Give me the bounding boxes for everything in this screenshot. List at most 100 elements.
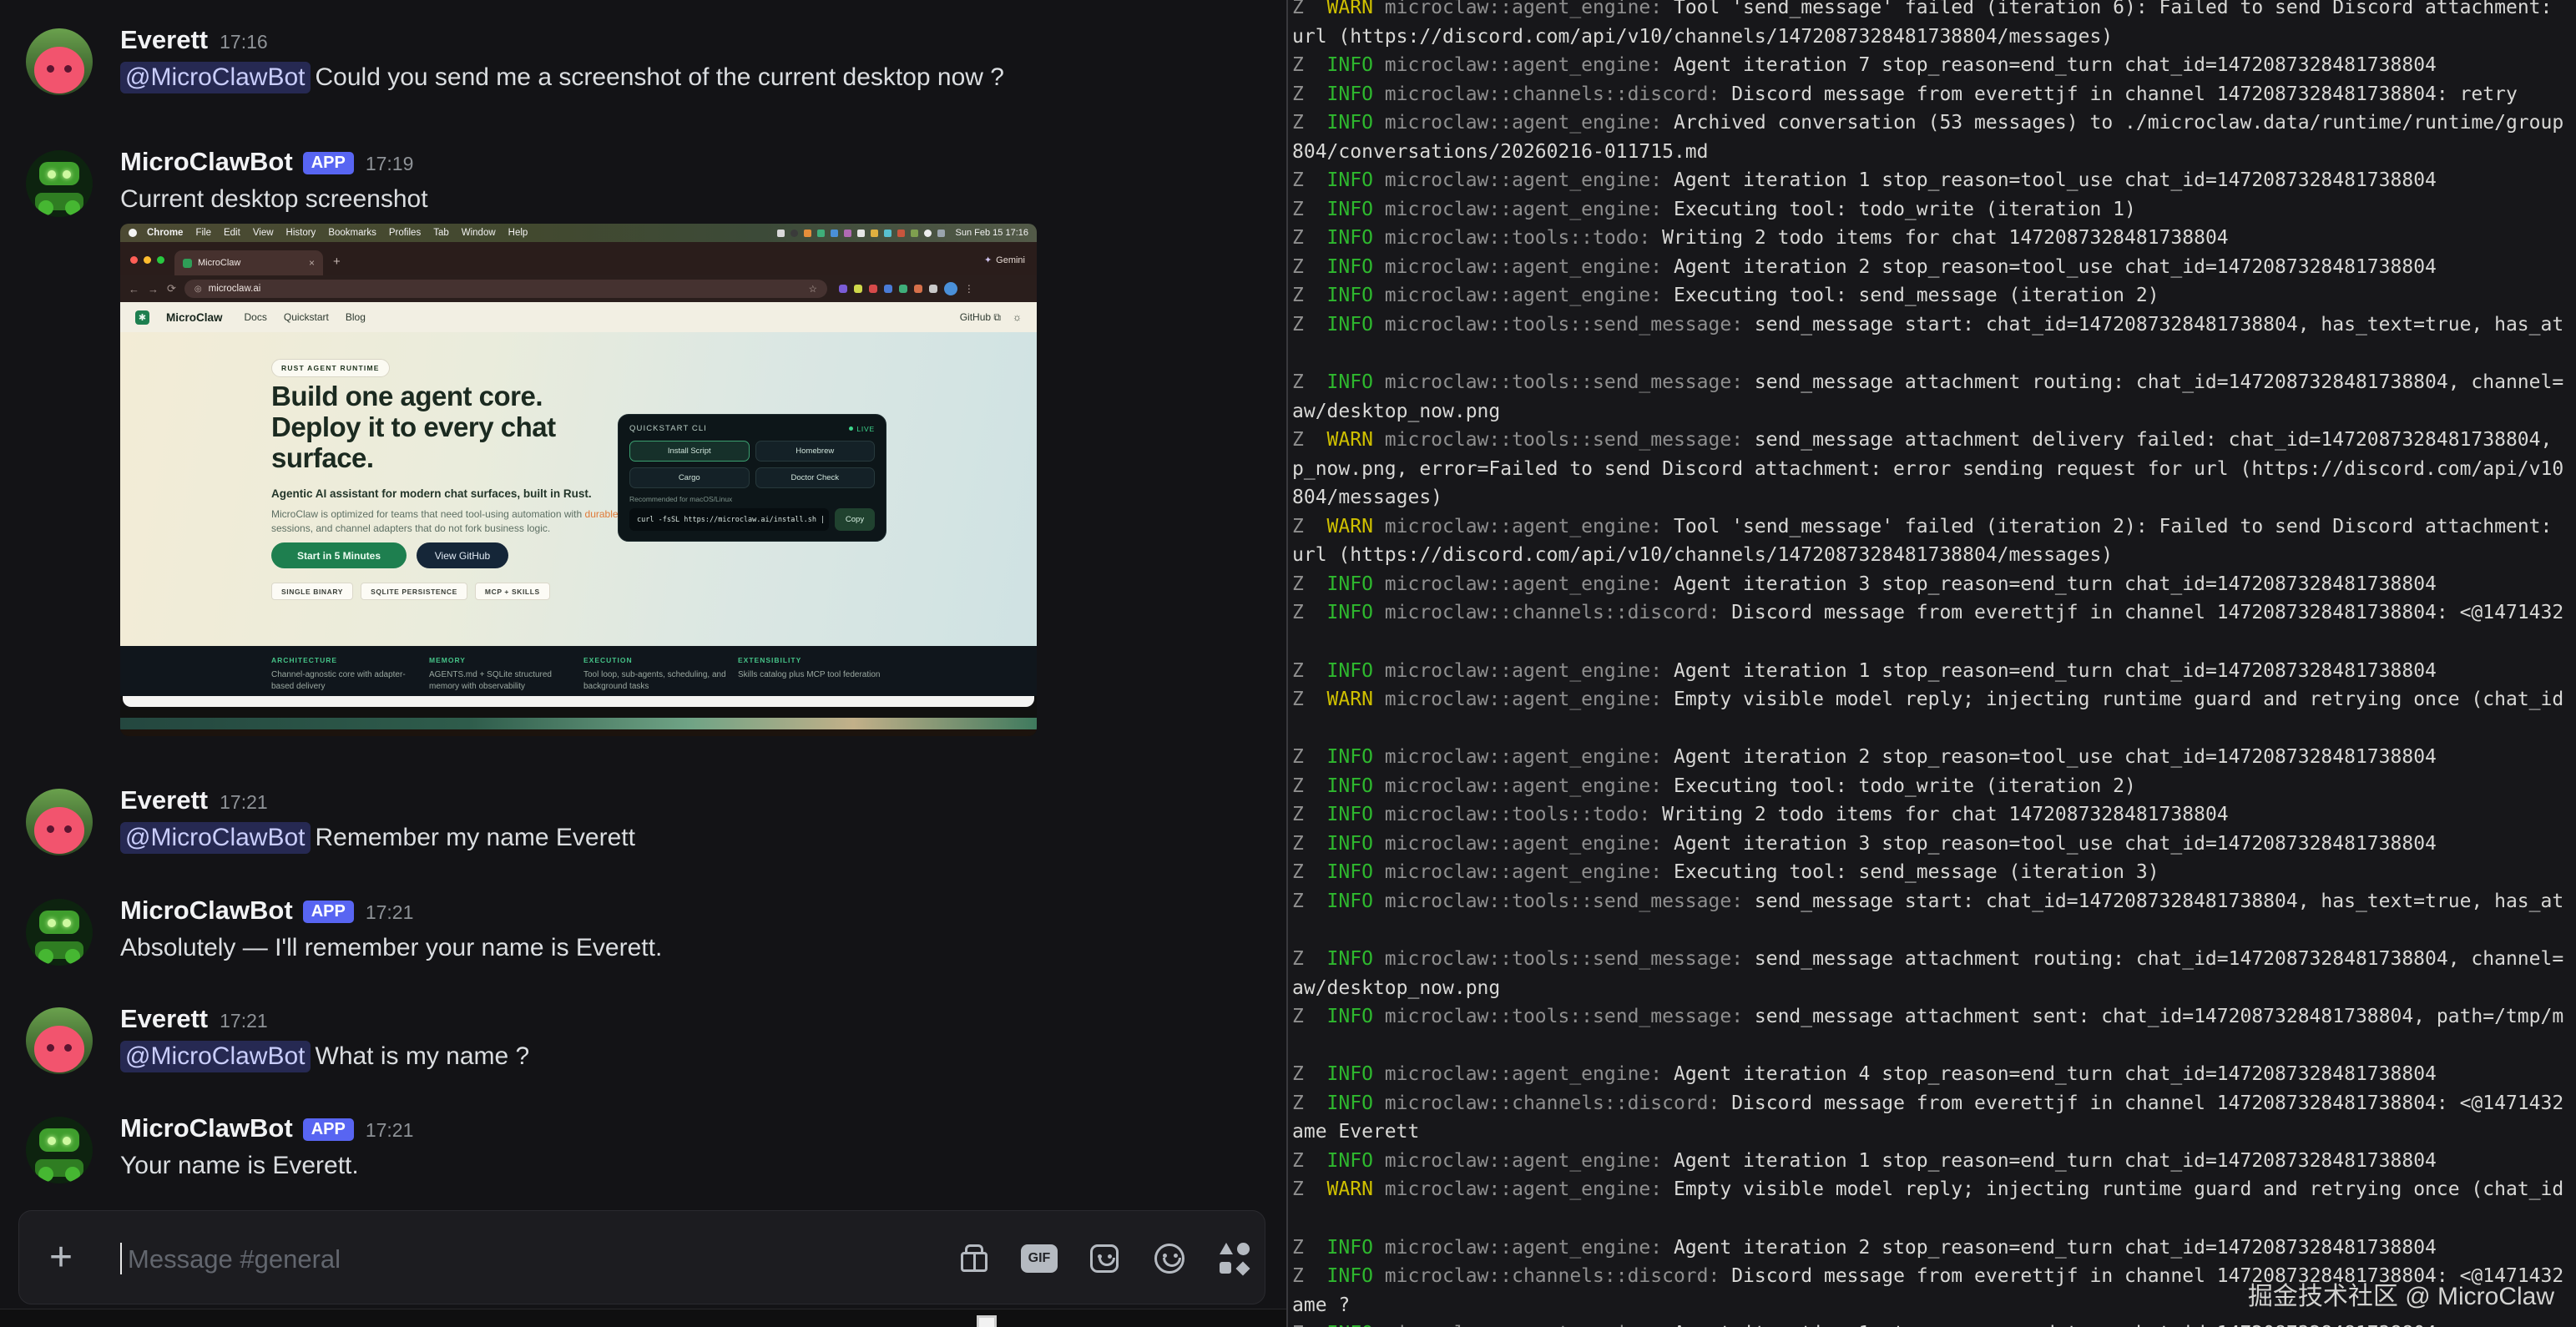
message-group: Everett17:21 @MicroClawBotRemember my na… (0, 785, 1260, 855)
footer-heading: EXTENSIBILITY (738, 656, 881, 664)
log-line (1292, 628, 2576, 657)
tab-title: MicroClaw (198, 258, 303, 268)
sticker-icon[interactable] (1086, 1240, 1123, 1277)
author-name[interactable]: Everett (120, 785, 208, 815)
log-line: Z INFO microclaw::tools::todo: Writing 2… (1292, 224, 2576, 253)
avatar[interactable] (26, 28, 93, 95)
quickstart-doctor-check: Doctor Check (755, 467, 876, 488)
quickstart-title: QUICKSTART CLI (629, 424, 707, 433)
attach-plus-icon[interactable]: + (49, 1236, 73, 1279)
log-line: Z INFO microclaw::agent_engine: Executin… (1292, 195, 2576, 225)
gemini-button: ✦Gemini (984, 255, 1025, 265)
avatar-face (34, 807, 85, 854)
author-name[interactable]: Everett (120, 1004, 208, 1033)
activities-icon[interactable] (1216, 1240, 1253, 1277)
timestamp: 17:21 (366, 1119, 414, 1141)
theme-toggle-icon: ☼ (1013, 311, 1022, 323)
avatar[interactable] (26, 899, 93, 966)
timestamp: 17:16 (220, 31, 268, 53)
mention-pill[interactable]: @MicroClawBot (120, 1041, 311, 1072)
bot-head (39, 911, 79, 933)
external-link-icon: ⧉ (993, 311, 1001, 323)
nav-link-docs: Docs (245, 311, 267, 323)
log-line: 804/messages) (1292, 483, 2576, 512)
reload-icon: ⟳ (167, 282, 176, 295)
log-line (1292, 916, 2576, 946)
browser-tab-strip: MicroClaw × + ✦Gemini (120, 242, 1037, 275)
log-line: Z INFO microclaw::agent_engine: Agent it… (1292, 657, 2576, 686)
new-tab-icon: + (333, 255, 341, 269)
log-line: Z WARN microclaw::agent_engine: Tool 'se… (1292, 0, 2576, 23)
log-line: Z INFO microclaw::tools::send_message: s… (1292, 887, 2576, 916)
avatar[interactable] (26, 1117, 93, 1183)
author-name[interactable]: Everett (120, 25, 208, 54)
log-line (1292, 1032, 2576, 1061)
avatar[interactable] (26, 150, 93, 217)
back-icon: ← (129, 283, 139, 295)
watermark: 掘金技术社区 @ MicroClaw (2248, 1275, 2554, 1312)
footer-heading: MEMORY (429, 656, 573, 664)
site-navbar: ✱ MicroClaw Docs Quickstart Blog GitHub … (120, 302, 1037, 332)
timestamp: 17:21 (220, 1010, 268, 1032)
message-text: @MicroClawBotCould you send me a screens… (120, 60, 1260, 95)
message-body: What is my name ? (316, 1042, 530, 1070)
site-brand: MicroClaw (166, 311, 223, 324)
bot-base (35, 941, 83, 959)
live-dot-icon (849, 426, 853, 431)
log-line: Z INFO microclaw::agent_engine: Executin… (1292, 772, 2576, 801)
author-name[interactable]: MicroClawBot (120, 147, 293, 176)
log-line: Z INFO microclaw::tools::send_message: s… (1292, 945, 2576, 974)
mention-pill[interactable]: @MicroClawBot (120, 62, 311, 93)
message-group: MicroClawBotAPP17:21 Absolutely — I'll r… (0, 896, 1260, 966)
tab-close-icon: × (309, 257, 315, 269)
author-row: Everett 17:16 (120, 25, 1260, 57)
log-line: p_now.png, error=Failed to send Discord … (1292, 455, 2576, 484)
nav-link-quickstart: Quickstart (284, 311, 329, 323)
avatar[interactable] (26, 789, 93, 855)
favicon (183, 259, 192, 268)
log-line: Z INFO microclaw::agent_engine: Agent it… (1292, 1319, 2576, 1327)
author-name[interactable]: MicroClawBot (120, 896, 293, 925)
avatar[interactable] (26, 1007, 93, 1074)
author-name[interactable]: MicroClawBot (120, 1113, 293, 1143)
screenshot-attachment[interactable]: ChromeFileEditViewHistoryBookmarksProfil… (120, 224, 1037, 736)
log-line: Z WARN microclaw::tools::send_message: s… (1292, 426, 2576, 455)
apple-icon (129, 229, 137, 237)
menubar-items: ChromeFileEditViewHistoryBookmarksProfil… (147, 228, 528, 238)
log-line: Z INFO microclaw::channels::discord: Dis… (1292, 598, 2576, 628)
gift-icon[interactable] (956, 1240, 993, 1277)
forward-icon: → (148, 283, 159, 295)
app-badge: APP (303, 901, 354, 923)
log-line: Z INFO microclaw::agent_engine: Agent it… (1292, 1147, 2576, 1176)
mention-pill[interactable]: @MicroClawBot (120, 822, 311, 854)
avatar-face (34, 1026, 85, 1072)
live-indicator: LIVE (849, 425, 875, 433)
message-group: Everett 17:16 @MicroClawBotCould you send… (0, 25, 1260, 95)
terminal-log-panel: Z WARN microclaw::agent_engine: Tool 'se… (1286, 0, 2576, 1327)
message-input[interactable]: + Message #general GIF (18, 1210, 1265, 1304)
quickstart-cargo: Cargo (629, 467, 750, 488)
avatar-face (34, 47, 85, 93)
site-info-icon: ◎ (194, 285, 202, 294)
cta-start-button: Start in 5 Minutes (271, 542, 407, 568)
menubar-clock: Sun Feb 15 17:16 (956, 228, 1028, 238)
log-line: Z INFO microclaw::tools::send_message: s… (1292, 1002, 2576, 1032)
cta-github-button: View GitHub (417, 542, 508, 568)
nav-link-blog: Blog (346, 311, 366, 323)
message-body: Remember my name Everett (316, 824, 635, 851)
message-content: Everett 17:16 @MicroClawBotCould you send… (120, 25, 1260, 95)
bot-base (35, 193, 83, 210)
emoji-icon[interactable] (1151, 1240, 1188, 1277)
bot-base (35, 1159, 83, 1177)
log-line: Z INFO microclaw::agent_engine: Archived… (1292, 108, 2576, 138)
sparkle-icon: ✦ (984, 255, 992, 265)
log-lines: Z WARN microclaw::agent_engine: Tool 'se… (1292, 0, 2576, 1327)
gif-icon[interactable]: GIF (1021, 1240, 1058, 1277)
log-line: Z INFO microclaw::agent_engine: Agent it… (1292, 253, 2576, 282)
kebab-menu-icon: ⋮ (964, 283, 974, 295)
message-body: Could you send me a screenshot of the cu… (316, 63, 1004, 91)
log-line: aw/desktop_now.png (1292, 397, 2576, 426)
log-line (1292, 714, 2576, 744)
message-group: Everett 17:21 @MicroClawBotWhat is my nam… (0, 1004, 1260, 1074)
install-command: curl -fsSL https://microclaw.ai/install.… (629, 508, 829, 531)
